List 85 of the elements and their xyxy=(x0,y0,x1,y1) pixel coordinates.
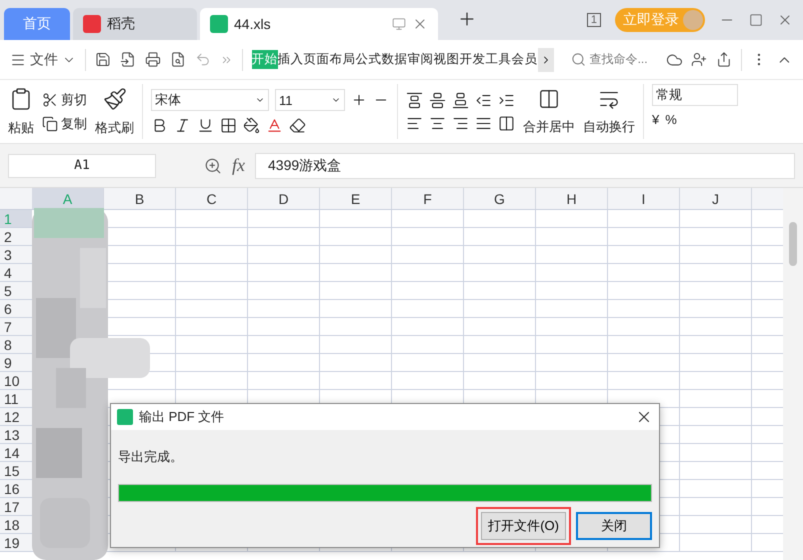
function-button[interactable]: fx xyxy=(232,155,245,176)
monitor-icon[interactable] xyxy=(392,17,406,31)
scroll-tabs-button[interactable] xyxy=(538,48,554,72)
row-header[interactable]: 14 xyxy=(0,444,32,461)
export-icon[interactable] xyxy=(120,51,136,68)
row-header[interactable]: 19 xyxy=(0,534,32,551)
align-middle-icon[interactable] xyxy=(429,92,446,108)
paste-button[interactable]: 粘贴 xyxy=(8,86,34,136)
align-bottom-icon[interactable] xyxy=(452,92,469,108)
print-icon[interactable] xyxy=(144,51,161,68)
maximize-icon[interactable] xyxy=(749,13,763,27)
row-header[interactable]: 12 xyxy=(0,408,32,425)
preview-icon[interactable] xyxy=(170,51,186,68)
share-icon[interactable] xyxy=(716,51,732,68)
row-header[interactable]: 11 xyxy=(0,390,32,407)
browser-tab[interactable]: 稻壳 xyxy=(73,8,197,40)
row-header[interactable]: 15 xyxy=(0,462,32,479)
ribbon-tab[interactable]: 开发工具 xyxy=(460,50,512,69)
search-icon xyxy=(570,52,586,67)
fill-color-icon[interactable] xyxy=(243,117,260,134)
number-format-select[interactable]: 常规 xyxy=(652,84,738,106)
merge-cells-icon xyxy=(538,88,560,110)
row-header[interactable]: 18 xyxy=(0,516,32,533)
scissors-icon xyxy=(42,92,58,108)
font-select[interactable]: 宋体 xyxy=(151,89,269,111)
zoom-icon[interactable] xyxy=(204,156,222,174)
column-header[interactable]: J xyxy=(680,188,752,209)
wrap-text-button[interactable]: 自动换行 xyxy=(583,88,635,136)
row-header[interactable]: 6 xyxy=(0,300,32,317)
row-header[interactable]: 5 xyxy=(0,282,32,299)
underline-icon[interactable] xyxy=(197,117,214,134)
row-header[interactable]: 10 xyxy=(0,372,32,389)
avatar-icon xyxy=(683,10,703,30)
italic-icon[interactable] xyxy=(174,117,191,134)
save-icon[interactable] xyxy=(94,51,111,68)
eraser-icon[interactable] xyxy=(289,117,306,134)
name-box[interactable]: A1 xyxy=(8,154,156,178)
formula-field[interactable]: 4399游戏盒 xyxy=(255,152,795,178)
column-header[interactable]: C xyxy=(176,188,248,209)
border-icon[interactable] xyxy=(220,117,237,134)
column-header[interactable]: I xyxy=(608,188,680,209)
row-header[interactable]: 7 xyxy=(0,318,32,335)
column-header[interactable]: B xyxy=(104,188,176,209)
row-header[interactable]: 13 xyxy=(0,426,32,443)
scrollbar-thumb[interactable] xyxy=(789,222,797,266)
tab-counter[interactable]: 1 xyxy=(586,13,601,27)
merge-button[interactable]: 合并居中 xyxy=(523,88,575,136)
row-header[interactable]: 4 xyxy=(0,264,32,281)
column-header[interactable]: H xyxy=(536,188,608,209)
column-header[interactable]: F xyxy=(392,188,464,209)
currency-button[interactable]: ¥ xyxy=(652,112,660,127)
ribbon-tab[interactable]: 审阅 xyxy=(408,50,434,69)
row-header[interactable]: 17 xyxy=(0,498,32,515)
brush-icon xyxy=(102,86,126,110)
distribute-icon[interactable] xyxy=(498,114,515,132)
percent-button[interactable]: % xyxy=(665,112,677,127)
copy-icon xyxy=(42,116,58,132)
font-color-icon[interactable] xyxy=(266,117,283,134)
dialog-title: 输出 PDF 文件 xyxy=(139,408,226,426)
dialog-button[interactable]: 关闭 xyxy=(576,512,652,540)
search-field[interactable]: 查找命令... xyxy=(570,51,648,68)
font-size-select[interactable]: 11 xyxy=(275,89,345,111)
column-header[interactable]: G xyxy=(464,188,536,209)
row-header[interactable]: 3 xyxy=(0,246,32,263)
align-top-icon[interactable] xyxy=(406,92,423,108)
column-header[interactable]: D xyxy=(248,188,320,209)
ribbon-tab[interactable]: 数据 xyxy=(382,50,408,69)
row-header[interactable]: 2 xyxy=(0,228,32,245)
row-header[interactable]: 8 xyxy=(0,336,32,353)
dialog-button[interactable]: 打开文件(O) xyxy=(481,512,566,540)
ribbon-tab[interactable]: 页面布局 xyxy=(304,50,356,69)
add-user-icon[interactable] xyxy=(691,51,708,68)
ribbon-tab[interactable]: 会员 xyxy=(512,50,538,69)
dialog-message: 导出完成。 xyxy=(118,448,184,466)
cut-button[interactable]: 剪切 xyxy=(42,90,87,108)
ribbon-tab[interactable]: 视图 xyxy=(434,50,460,69)
ribbon-tab[interactable]: 公式 xyxy=(356,50,382,69)
browser-tab[interactable]: 44.xls xyxy=(200,8,438,40)
file-menu[interactable]: 文件 xyxy=(10,50,76,68)
copy-button[interactable]: 复制 xyxy=(42,114,87,132)
format-painter-button[interactable]: 格式刷 xyxy=(95,86,134,136)
grow-font-icon[interactable] xyxy=(351,92,367,108)
row-header[interactable]: 16 xyxy=(0,480,32,497)
column-header[interactable]: E xyxy=(320,188,392,209)
row-header[interactable]: 9 xyxy=(0,354,32,371)
